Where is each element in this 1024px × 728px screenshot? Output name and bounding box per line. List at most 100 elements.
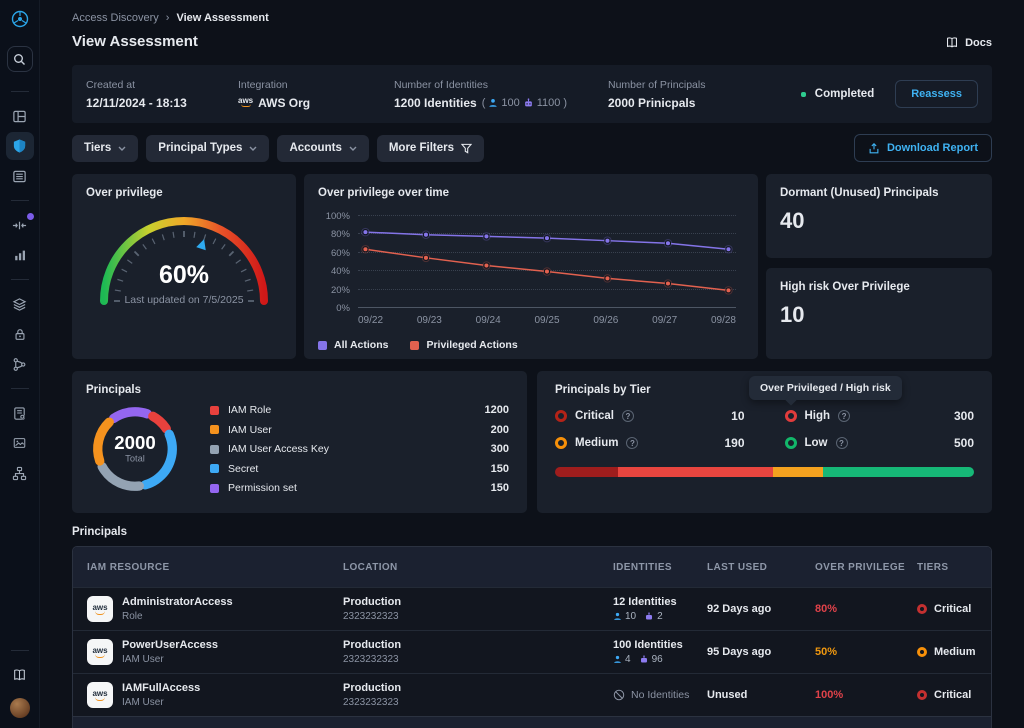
breadcrumb-parent[interactable]: Access Discovery <box>72 12 159 24</box>
table-row[interactable]: aws PowerUserAccess IAM User Production … <box>73 630 991 673</box>
legend-swatch <box>210 484 219 493</box>
help-icon[interactable]: ? <box>838 410 850 422</box>
sidebar-item-access-discovery[interactable] <box>6 132 34 160</box>
medium-ring-icon <box>555 437 567 449</box>
more-filters-button[interactable]: More Filters <box>377 135 484 162</box>
donut-title: Principals <box>86 384 513 396</box>
aws-icon: aws <box>87 682 113 708</box>
legend-item: IAM Role1200 <box>210 404 509 416</box>
table-header: IAM RESOURCELOCATION IDENTITIESLAST USED… <box>73 547 991 587</box>
avatar[interactable] <box>10 698 30 718</box>
tier-ring-icon <box>917 604 927 614</box>
tier-critical: Critical ? 10 <box>555 409 745 423</box>
principals-by-tier-card: Over Privileged / High risk Principals b… <box>537 371 992 513</box>
app-window: Access Discovery › View Assessment View … <box>0 0 1024 728</box>
tier-ring-icon <box>917 647 927 657</box>
sidebar-divider <box>11 91 29 92</box>
help-icon[interactable]: ? <box>836 437 848 449</box>
docs-button[interactable]: Docs <box>945 36 992 49</box>
line-chart-plot: 100% 80% 60% 40% 20% 0% <box>358 215 736 307</box>
line-chart-x-axis: 09/2209/23 09/2409/25 09/2609/27 09/28 <box>358 315 736 326</box>
principal-types-filter-button[interactable]: Principal Types <box>146 135 269 162</box>
notification-badge <box>26 212 35 221</box>
donut-legend: IAM Role1200 IAM User200 IAM User Access… <box>210 404 513 494</box>
integration-field: Integration aws AWS Org <box>238 79 394 110</box>
table-row-partial <box>73 716 991 728</box>
doc-gear-icon <box>12 406 27 421</box>
sidebar-item-inventory[interactable] <box>6 162 34 190</box>
legend-item: Permission set150 <box>210 482 509 494</box>
sidebar-divider <box>11 200 29 201</box>
sidebar-item-reports[interactable] <box>6 429 34 457</box>
gauge-value: 60% <box>159 261 209 289</box>
lock-icon <box>13 327 27 342</box>
panel-icon <box>12 109 27 124</box>
chevron-down-icon <box>249 146 257 151</box>
principals-value: 2000 Prinicpals <box>608 96 705 110</box>
tier-high: High ? 300 <box>785 409 975 423</box>
high-risk-value: 10 <box>780 302 978 328</box>
search-icon <box>13 53 26 66</box>
over-privilege-gauge-card: Over privilege 60% Last updated on 7/5/2… <box>72 174 296 359</box>
tiers-filter-button[interactable]: Tiers <box>72 135 138 162</box>
gauge-subtitle: Last updated on 7/5/2025 <box>124 294 243 306</box>
tooltip: Over Privileged / High risk <box>749 376 902 400</box>
table-row[interactable]: aws IAMFullAccess IAM User Production 23… <box>73 673 991 716</box>
machine-identity-icon <box>644 612 654 621</box>
over-privilege-over-time-card: Over privilege over time 100% 80% 60% 40… <box>304 174 758 359</box>
sidebar-item-flows[interactable] <box>6 211 34 239</box>
legend-swatch <box>318 341 327 350</box>
over-privilege-gauge: 60% Last updated on 7/5/2025 <box>86 199 282 323</box>
sidebar-item-panel[interactable] <box>6 102 34 130</box>
sidebar-item-branch[interactable] <box>6 350 34 378</box>
legend-privileged-actions[interactable]: Privileged Actions <box>410 339 517 351</box>
book-icon <box>945 36 959 49</box>
docs-label: Docs <box>965 37 992 49</box>
legend-swatch <box>210 406 219 415</box>
layers-icon <box>12 297 27 312</box>
sidebar-item-doc-settings[interactable] <box>6 399 34 427</box>
dormant-title: Dormant (Unused) Principals <box>780 187 978 199</box>
download-icon <box>868 142 880 155</box>
human-identity-icon <box>613 655 622 664</box>
filter-row: Tiers Principal Types Accounts More Filt… <box>72 134 992 162</box>
legend-swatch <box>210 464 219 473</box>
principals-label: Number of Principals <box>608 79 705 91</box>
help-icon[interactable]: ? <box>622 410 634 422</box>
breadcrumb: Access Discovery › View Assessment <box>72 12 992 24</box>
dormant-principals-card: Dormant (Unused) Principals 40 <box>766 174 992 258</box>
donut-center-value: 2000 <box>114 432 155 453</box>
sidebar-item-hierarchy[interactable] <box>6 459 34 487</box>
legend-swatch <box>210 445 219 454</box>
integration-value: AWS Org <box>258 96 310 110</box>
human-identities-count: 100 <box>501 97 519 109</box>
identities-field: Number of Identities 1200 Identities ( 1… <box>394 79 608 110</box>
machine-identities-count: 1100 <box>537 97 561 109</box>
sidebar-item-lock[interactable] <box>6 320 34 348</box>
sidebar-item-layers[interactable] <box>6 290 34 318</box>
funnel-icon <box>461 143 472 154</box>
reassess-button[interactable]: Reassess <box>895 80 978 108</box>
bar-chart-icon <box>13 248 27 262</box>
legend-all-actions[interactable]: All Actions <box>318 339 388 351</box>
human-identity-icon <box>488 98 498 108</box>
table-row[interactable]: aws AdministratorAccess Role Production … <box>73 587 991 630</box>
download-report-button[interactable]: Download Report <box>854 134 992 162</box>
sidebar-item-docs[interactable] <box>6 661 34 689</box>
sidebar-item-analytics[interactable] <box>6 241 34 269</box>
machine-identity-icon <box>523 98 534 108</box>
help-icon[interactable]: ? <box>626 437 638 449</box>
flow-icon <box>12 218 27 233</box>
line-chart-title: Over privilege over time <box>318 187 744 199</box>
sidebar <box>0 0 40 728</box>
book-icon <box>12 668 27 682</box>
accounts-filter-button[interactable]: Accounts <box>277 135 368 162</box>
sidebar-divider <box>11 279 29 280</box>
over-privilege-value: 100% <box>815 689 917 701</box>
search-button[interactable] <box>7 46 33 72</box>
principals-field: Number of Principals 2000 Prinicpals <box>608 79 705 110</box>
breadcrumb-separator: › <box>166 12 170 24</box>
image-icon <box>12 436 27 450</box>
logo-icon[interactable] <box>11 10 29 28</box>
created-at-value: 12/11/2024 - 18:13 <box>86 96 238 110</box>
